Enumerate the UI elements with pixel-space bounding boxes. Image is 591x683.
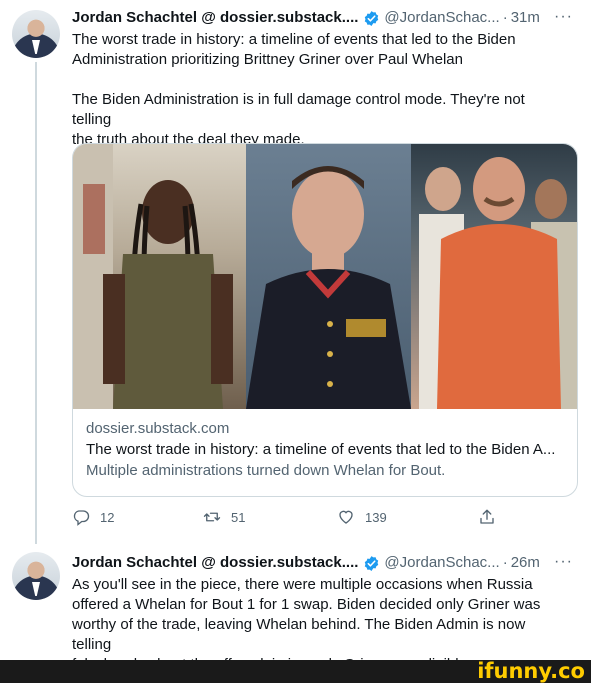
reply-icon — [73, 510, 90, 526]
card-body: dossier.substack.com The worst trade in … — [73, 409, 577, 491]
card-description: Multiple administrations turned down Whe… — [86, 462, 446, 479]
retweet-icon — [203, 512, 221, 522]
reply-button[interactable]: 12 — [72, 508, 114, 526]
separator-dot: · — [502, 9, 508, 26]
timestamp[interactable]: 26m — [511, 553, 540, 573]
tweet-text-line: offered a Whelan for Bout 1 for 1 swap. … — [72, 596, 541, 613]
retweet-button[interactable]: 51 — [203, 508, 245, 526]
card-title: The worst trade in history: a timeline o… — [86, 441, 556, 458]
timestamp[interactable]: 31m — [511, 8, 540, 28]
tweet-text: The worst trade in history: a timeline o… — [72, 30, 552, 150]
tweet-text-line: As you'll see in the piece, there were m… — [72, 576, 533, 593]
link-preview-card[interactable]: dossier.substack.com The worst trade in … — [72, 143, 578, 497]
thread-connector-line — [35, 62, 37, 544]
tweet-text-line: The Biden Administration is in full dama… — [72, 91, 525, 128]
card-photo-right — [411, 144, 577, 409]
like-button[interactable]: 139 — [337, 508, 387, 526]
watermark-bar: ifunny.co — [0, 660, 591, 683]
card-photo-middle — [246, 144, 411, 409]
author-handle[interactable]: @JordanSchac... — [384, 553, 499, 573]
more-options-icon[interactable]: ··· — [554, 8, 573, 26]
tweet-text-line: Administration prioritizing Brittney Gri… — [72, 51, 463, 68]
like-count: 139 — [365, 509, 387, 525]
share-icon — [480, 509, 494, 524]
author-name[interactable]: Jordan Schachtel @ dossier.substack.... — [72, 8, 358, 28]
share-button[interactable] — [478, 508, 506, 526]
more-options-icon[interactable]: ··· — [554, 553, 573, 571]
avatar[interactable] — [12, 552, 60, 600]
card-image — [73, 144, 577, 409]
author-name[interactable]: Jordan Schachtel @ dossier.substack.... — [72, 553, 358, 573]
ifunny-watermark: ifunny.co — [477, 659, 585, 683]
tweet-actions: 12 51 139 — [72, 508, 502, 532]
tweet-text-line: The worst trade in history: a timeline o… — [72, 31, 516, 48]
retweet-count: 51 — [231, 509, 246, 525]
card-photo-left — [73, 144, 246, 409]
tweet-header: Jordan Schachtel @ dossier.substack.... … — [72, 553, 540, 573]
avatar[interactable] — [12, 10, 60, 58]
tweet-header: Jordan Schachtel @ dossier.substack.... … — [72, 8, 540, 28]
heart-icon — [339, 510, 353, 524]
author-handle[interactable]: @JordanSchac... — [384, 8, 499, 28]
separator-dot: · — [502, 554, 508, 571]
reply-count: 12 — [100, 509, 115, 525]
tweet-text-line: worthy of the trade, leaving Whelan behi… — [72, 616, 526, 653]
verified-badge-icon — [365, 10, 379, 26]
card-domain: dossier.substack.com — [86, 420, 230, 437]
verified-badge-icon — [365, 555, 379, 571]
